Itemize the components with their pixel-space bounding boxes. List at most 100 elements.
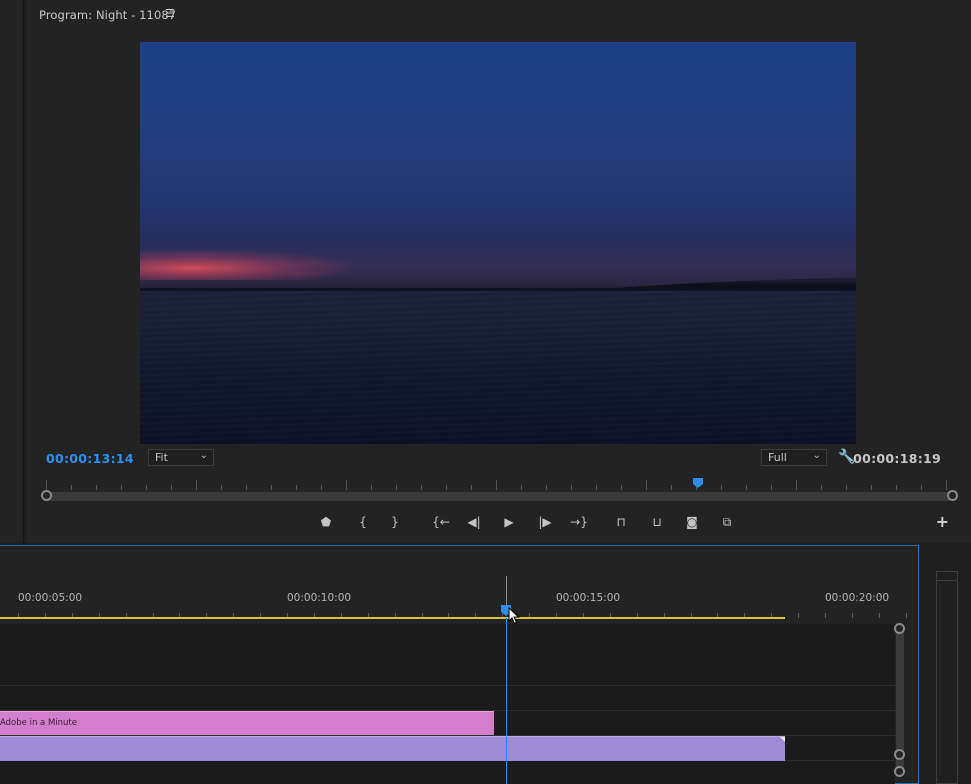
- ruler-tick: [878, 613, 880, 618]
- ruler-tick: [71, 485, 72, 490]
- timeline-panel: 00:00:05:00 00:00:10:00 00:00:15:00 00:0…: [0, 545, 919, 784]
- duration-timecode: 00:00:18:19: [853, 451, 941, 466]
- ruler-tick: [571, 485, 572, 490]
- ruler-tick: [346, 480, 347, 490]
- add-marker-button[interactable]: ⬟: [315, 511, 337, 533]
- mark-in-button[interactable]: {: [352, 511, 374, 533]
- zoom-select[interactable]: Fit ⌄: [148, 449, 214, 466]
- ruler-tick: [846, 485, 847, 490]
- ruler-tick: [196, 480, 197, 490]
- ruler-tick: [596, 485, 597, 490]
- clip-video[interactable]: [0, 736, 785, 761]
- ruler-tick: [771, 485, 772, 490]
- ruler-tick: [905, 613, 907, 618]
- ruler-tick: [896, 485, 897, 490]
- ruler-tick: [746, 485, 747, 490]
- monitor-zoom-scrollbar[interactable]: [46, 492, 952, 501]
- resolution-select-value: Full: [768, 451, 787, 464]
- comparison-icon: ⧉: [722, 514, 732, 529]
- playhead-line[interactable]: [506, 618, 507, 784]
- water-surface: [140, 291, 856, 444]
- go-to-in-button[interactable]: {←: [430, 511, 452, 533]
- camera-icon: ◙: [686, 515, 698, 529]
- lift-icon: ⊓: [616, 515, 626, 529]
- transport-controls: ⬟ {} {← ◀| ▶ |▶ →} ⊓ ⊔ ◙ ⧉: [26, 511, 971, 533]
- ruler-tick: [221, 485, 222, 490]
- extract-button[interactable]: ⊔: [646, 511, 668, 533]
- ruler-tick: [825, 613, 826, 618]
- export-frame-button[interactable]: ◙: [681, 511, 703, 533]
- ruler-tick: [871, 485, 872, 490]
- playhead-line-top: [506, 576, 507, 606]
- step-forward-button[interactable]: |▶: [534, 511, 556, 533]
- resolution-select[interactable]: Full ⌄: [761, 449, 827, 466]
- go-to-out-button[interactable]: →}: [568, 511, 590, 533]
- play-icon: ▶: [504, 515, 514, 529]
- ruler-tick: [171, 485, 172, 490]
- clip-end-corner: [780, 737, 785, 742]
- ruler-tick: [821, 485, 822, 490]
- go-to-out-icon: →}: [570, 515, 588, 529]
- ruler-tick: [321, 485, 322, 490]
- go-to-in-icon: {←: [432, 515, 450, 529]
- monitor-time-ruler[interactable]: [46, 478, 952, 490]
- ruler-tick: [921, 485, 922, 490]
- program-viewer[interactable]: [140, 42, 856, 444]
- ruler-tick: [946, 480, 947, 490]
- scrollbar-handle-top[interactable]: [894, 623, 905, 634]
- mark-out-button[interactable]: }: [384, 511, 406, 533]
- scrollbar-handle-right[interactable]: [947, 490, 958, 501]
- scrollbar-handle-bottom[interactable]: [894, 749, 905, 760]
- clip-adobe-in-a-minute[interactable]: Adobe in a Minute: [0, 711, 494, 735]
- mark-out-icon: }: [391, 515, 399, 529]
- audio-meter-panel: [921, 545, 971, 784]
- scrollbar-handle-zoom[interactable]: [894, 766, 905, 777]
- work-area-bar[interactable]: [0, 617, 785, 619]
- ruler-tick: [246, 485, 247, 490]
- ruler-tick: [546, 485, 547, 490]
- panel-title: Program: Night - 11087: [39, 8, 177, 22]
- ruler-tick: [471, 485, 472, 490]
- ruler-tick: [646, 480, 647, 490]
- ruler-tick: [798, 613, 800, 618]
- ruler-tick: [96, 485, 97, 490]
- ruler-tick: [446, 485, 447, 490]
- ruler-tick: [521, 485, 522, 490]
- zoom-select-value: Fit: [155, 451, 168, 464]
- ruler-tick: [421, 485, 422, 490]
- ruler-label: 00:00:15:00: [556, 592, 621, 604]
- play-button[interactable]: ▶: [498, 511, 520, 533]
- extract-icon: ⊔: [652, 515, 662, 529]
- marker-icon: ⬟: [320, 515, 332, 529]
- ruler-label: 00:00:20:00: [825, 592, 890, 604]
- mark-in-icon: {: [359, 515, 367, 529]
- step-back-button[interactable]: ◀|: [463, 511, 485, 533]
- ruler-tick: [121, 485, 122, 490]
- ruler-tick: [496, 480, 497, 490]
- add-button[interactable]: +: [936, 512, 949, 531]
- audio-meter: [936, 571, 958, 784]
- ruler-tick: [671, 485, 672, 490]
- program-monitor-panel: Program: Night - 11087 ☰ 00:00:13:14 Fit…: [26, 0, 971, 543]
- ruler-tick: [146, 485, 147, 490]
- hamburger-icon[interactable]: ☰: [165, 7, 175, 20]
- scrollbar-handle-left[interactable]: [41, 490, 52, 501]
- step-forward-icon: |▶: [538, 515, 552, 529]
- ruler-label: 00:00:10:00: [287, 592, 352, 604]
- lift-button[interactable]: ⊓: [610, 511, 632, 533]
- ruler-tick: [796, 480, 797, 490]
- sunset-glow: [140, 250, 350, 280]
- ruler-tick: [721, 485, 722, 490]
- clip-label: Adobe in a Minute: [0, 718, 77, 728]
- ruler-label: 00:00:05:00: [18, 592, 83, 604]
- chevron-down-icon: ⌄: [199, 450, 208, 461]
- current-timecode[interactable]: 00:00:13:14: [46, 451, 134, 466]
- left-panel-edge: [0, 0, 24, 543]
- ruler-tick: [271, 485, 272, 490]
- chevron-down-icon: ⌄: [812, 450, 821, 461]
- step-back-icon: ◀|: [467, 515, 481, 529]
- comparison-view-button[interactable]: ⧉: [716, 511, 738, 533]
- ruler-tick: [621, 485, 622, 490]
- ruler-tick: [851, 613, 853, 618]
- track-divider: [0, 685, 895, 686]
